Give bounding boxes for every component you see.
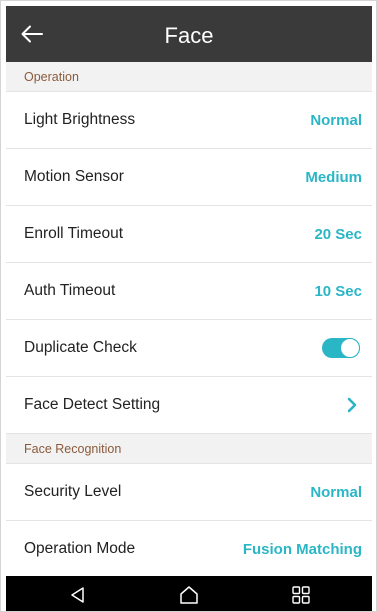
setting-row-auth-timeout[interactable]: Auth Timeout 10 Sec	[6, 263, 372, 320]
setting-value: 10 Sec	[314, 282, 362, 300]
toggle-knob	[340, 338, 360, 358]
setting-row-duplicate-check: Duplicate Check	[6, 320, 372, 377]
setting-row-motion-sensor[interactable]: Motion Sensor Medium	[6, 149, 372, 206]
section-header-operation: Operation	[6, 62, 372, 92]
app-header: Face	[6, 6, 372, 62]
section-header-face-recognition: Face Recognition	[6, 434, 372, 464]
recent-apps-icon	[292, 585, 310, 604]
nav-home-button[interactable]	[159, 576, 219, 611]
setting-row-enroll-timeout[interactable]: Enroll Timeout 20 Sec	[6, 206, 372, 263]
setting-label: Enroll Timeout	[24, 225, 124, 242]
nav-recent-apps-button[interactable]	[271, 576, 331, 611]
setting-row-operation-mode[interactable]: Operation Mode Fusion Matching	[6, 521, 372, 578]
back-triangle-icon	[71, 586, 84, 603]
setting-value: Medium	[305, 168, 362, 186]
setting-value: Normal	[310, 483, 362, 501]
settings-list: Operation Light Brightness Normal Motion…	[6, 62, 372, 578]
setting-label: Security Level	[24, 483, 122, 500]
system-navigation-bar	[6, 576, 372, 611]
duplicate-check-toggle[interactable]	[322, 338, 360, 358]
setting-value: 20 Sec	[314, 225, 362, 243]
setting-label: Auth Timeout	[24, 282, 116, 299]
chevron-right-icon	[347, 397, 357, 413]
setting-label: Light Brightness	[24, 111, 136, 128]
setting-row-light-brightness[interactable]: Light Brightness Normal	[6, 92, 372, 149]
app-window: Face Operation Light Brightness Normal M…	[0, 0, 377, 612]
setting-value: Fusion Matching	[242, 540, 362, 558]
nav-back-button[interactable]	[48, 576, 108, 611]
setting-label: Motion Sensor	[24, 168, 124, 185]
setting-label: Duplicate Check	[24, 339, 137, 356]
page-title: Face	[164, 23, 214, 48]
setting-row-face-detect-setting[interactable]: Face Detect Setting	[6, 377, 372, 434]
setting-value: Normal	[310, 111, 362, 129]
setting-label: Operation Mode	[24, 540, 136, 557]
setting-label: Face Detect Setting	[24, 396, 161, 413]
home-icon	[180, 585, 198, 604]
setting-row-security-level[interactable]: Security Level Normal	[6, 464, 372, 521]
